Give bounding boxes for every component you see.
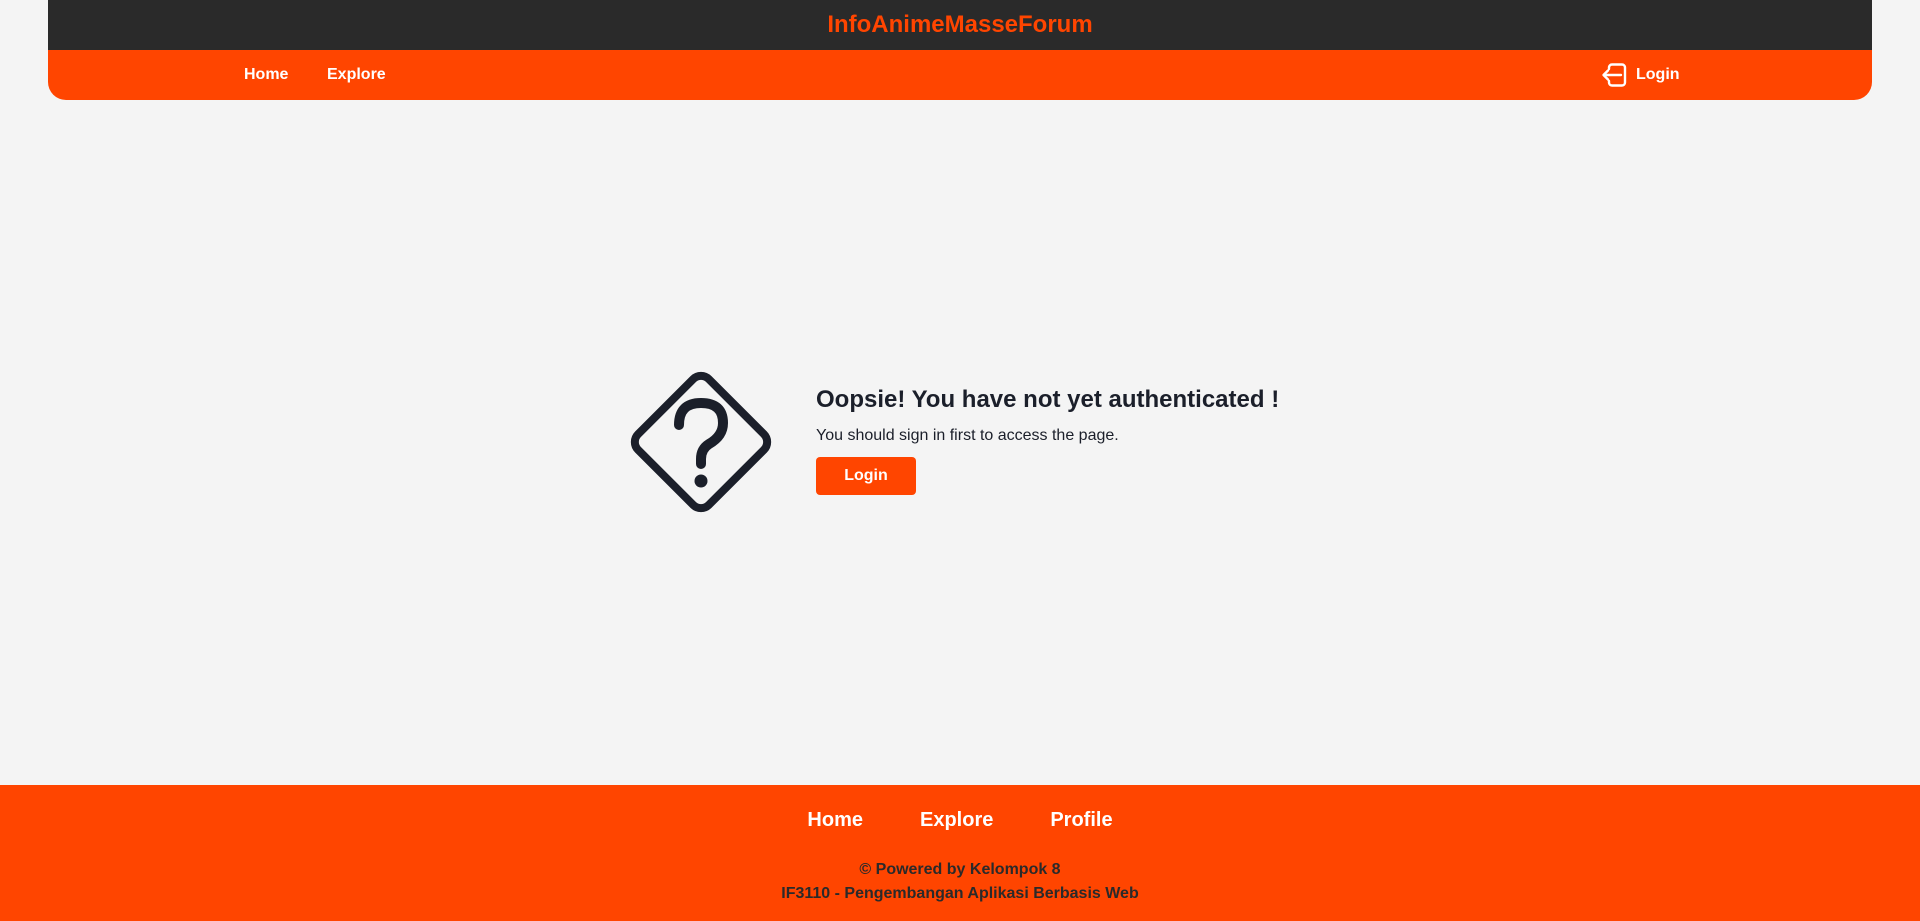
site-title[interactable]: InfoAnimeMasseForum	[827, 11, 1092, 39]
footer-profile-link[interactable]: Profile	[1050, 809, 1112, 832]
error-message: You should sign in first to access the p…	[816, 427, 1119, 444]
error-heading: Oopsie! You have not yet authenticated !	[816, 386, 1280, 413]
auth-error-panel: Oopsie! You have not yet authenticated !…	[816, 386, 1279, 495]
login-icon	[1601, 63, 1627, 87]
nav-explore-link[interactable]: Explore	[327, 50, 386, 100]
nav-login-label: Login	[1636, 66, 1680, 83]
footer-home-link[interactable]: Home	[807, 809, 863, 832]
footer-explore-link[interactable]: Explore	[920, 809, 993, 832]
brand-bar: InfoAnimeMasseForum	[48, 0, 1872, 50]
nav-login-link[interactable]: Login	[1601, 50, 1680, 100]
footer-credit-line1: © Powered by Kelompok 8	[859, 861, 1061, 878]
site-header: InfoAnimeMasseForum Home Explore Login	[48, 0, 1872, 100]
question-diamond-icon	[624, 365, 778, 519]
site-footer: Home Explore Profile © Powered by Kelomp…	[0, 785, 1920, 921]
footer-credit-line2: IF3110 - Pengembangan Aplikasi Berbasis …	[781, 885, 1139, 902]
main-nav: Home Explore Login	[48, 50, 1872, 100]
nav-home-link[interactable]: Home	[244, 50, 288, 100]
footer-credit: © Powered by Kelompok 8 IF3110 - Pengemb…	[0, 858, 1920, 906]
footer-nav: Home Explore Profile	[0, 809, 1920, 832]
main-content: Oopsie! You have not yet authenticated !…	[0, 100, 1920, 785]
login-button[interactable]: Login	[816, 457, 916, 495]
